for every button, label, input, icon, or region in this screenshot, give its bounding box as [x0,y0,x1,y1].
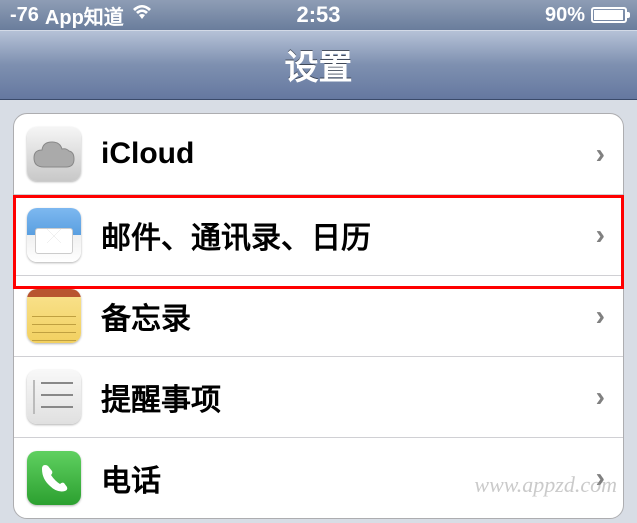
battery-percentage: 90% [545,4,585,27]
cloud-icon [27,127,81,181]
chevron-right-icon: › [596,381,605,413]
settings-item-icloud[interactable]: iCloud › [14,114,623,195]
chevron-right-icon: › [596,219,605,251]
item-label: iCloud [101,137,596,171]
wifi-icon [130,3,154,27]
item-label: 邮件、通讯录、日历 [101,213,596,257]
chevron-right-icon: › [596,138,605,170]
signal-strength: -76 [10,4,39,27]
reminders-icon [27,370,81,424]
watermark: www.appzd.com [474,472,617,498]
nav-bar: 设置 [0,30,637,100]
status-right: 90% [545,4,627,27]
settings-item-notes[interactable]: 备忘录 › [14,276,623,357]
page-title: 设置 [285,40,353,89]
settings-item-reminders[interactable]: 提醒事项 › [14,357,623,438]
battery-icon [591,7,627,23]
item-label: 备忘录 [101,294,596,338]
item-label: 提醒事项 [101,375,596,419]
status-time: 2:53 [296,2,340,28]
mail-icon [27,208,81,262]
settings-list: iCloud › 邮件、通讯录、日历 › 备忘录 › 提醒事项 › [13,113,624,519]
chevron-right-icon: › [596,300,605,332]
settings-content: iCloud › 邮件、通讯录、日历 › 备忘录 › 提醒事项 › [0,100,637,519]
notes-icon [27,289,81,343]
status-left: -76 App知道 [10,1,154,30]
status-bar: -76 App知道 2:53 90% [0,0,637,30]
carrier-name: App知道 [45,1,124,30]
settings-item-mail[interactable]: 邮件、通讯录、日历 › [14,195,623,276]
phone-icon [27,451,81,505]
